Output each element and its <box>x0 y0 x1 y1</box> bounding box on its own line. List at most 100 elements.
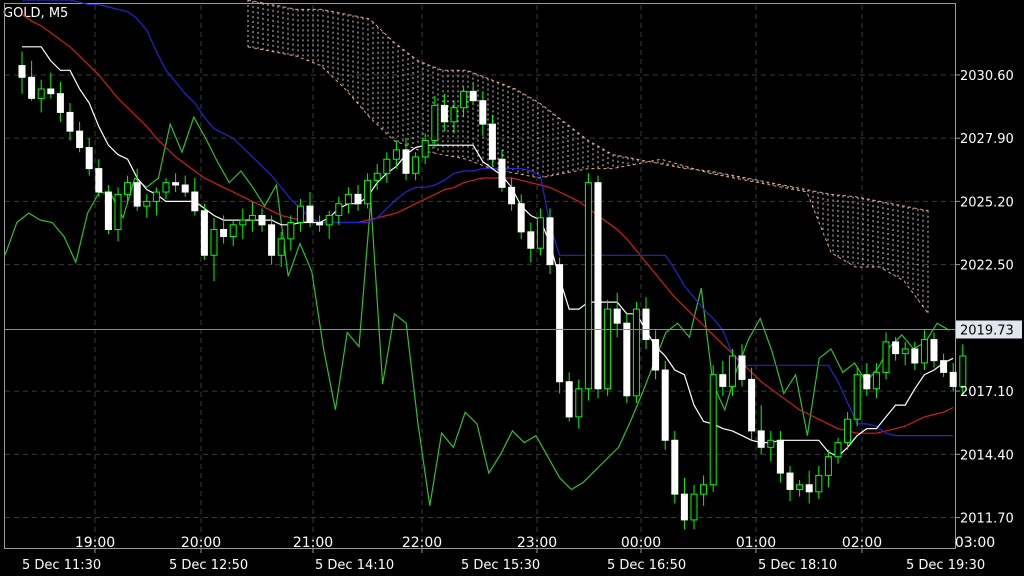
candle-body <box>306 205 314 223</box>
candle-body <box>296 205 304 223</box>
y-tick-label: 2025.20 <box>960 195 1014 210</box>
candle-body <box>700 484 708 495</box>
y-tick-label: 2030.60 <box>960 69 1014 84</box>
date-tick-label: 5 Dec 14:10 <box>315 558 394 573</box>
candle-body <box>239 219 247 226</box>
candle-body <box>882 341 890 373</box>
date-tick-label: 5 Dec 16:50 <box>607 558 686 573</box>
time-tick-label: 19:00 <box>75 535 115 551</box>
candle-body <box>671 439 679 495</box>
candle-body <box>652 339 660 371</box>
candle-body <box>316 221 324 226</box>
candle-body <box>546 217 554 266</box>
current-price-label: 2019.73 <box>960 324 1014 339</box>
candle-body <box>421 140 429 158</box>
candle-body <box>901 348 909 355</box>
candle-body <box>728 355 736 387</box>
candle-body <box>335 203 343 216</box>
candle-body <box>604 308 612 390</box>
time-tick-label: 02:00 <box>842 535 882 551</box>
candle-body <box>76 130 84 149</box>
y-tick-label: 2022.50 <box>960 259 1014 274</box>
grid <box>4 3 956 549</box>
candle-body <box>642 308 650 341</box>
candle-body <box>536 217 544 249</box>
candle-body <box>584 182 592 390</box>
candle-body <box>632 308 640 397</box>
time-tick-label: 01:00 <box>736 535 776 551</box>
date-tick-label: 5 Dec 15:30 <box>461 558 540 573</box>
candle-body <box>325 214 333 226</box>
chikou-line <box>4 115 950 506</box>
candle-body <box>431 104 439 142</box>
candle-body <box>114 193 122 231</box>
candle-body <box>488 123 496 160</box>
candle-body <box>575 388 583 418</box>
time-tick-label: 00:00 <box>621 535 661 551</box>
candle-body <box>220 229 228 238</box>
candle-body <box>690 493 698 521</box>
candle-body <box>162 182 170 193</box>
candle-body <box>124 182 132 195</box>
candle-body <box>47 88 55 95</box>
candle-body <box>508 186 516 205</box>
candle-body <box>392 149 400 160</box>
candle-body <box>911 348 919 364</box>
candle-body <box>767 439 775 448</box>
candle-body <box>364 179 372 205</box>
candle-body <box>517 203 525 233</box>
candle-body <box>892 341 900 355</box>
candle-body <box>460 90 468 109</box>
time-tick-label: 22:00 <box>402 535 442 551</box>
moving-average-line <box>21 13 954 434</box>
candle-body <box>383 158 391 174</box>
indicator-lines <box>4 0 954 506</box>
candle-body <box>796 484 804 490</box>
date-tick-label: 5 Dec 19:30 <box>906 558 985 573</box>
candle-body <box>920 339 928 364</box>
candle-body <box>373 172 381 181</box>
candle-body <box>258 214 266 226</box>
candle-body <box>229 224 237 238</box>
candle-body <box>959 355 967 387</box>
candle-body <box>719 374 727 387</box>
candle-body <box>757 430 765 448</box>
candle-body <box>949 371 957 387</box>
candle-body <box>748 378 756 432</box>
candle-body <box>66 111 74 132</box>
y-tick-label: 2027.90 <box>960 132 1014 147</box>
candle-body <box>28 76 36 99</box>
time-tick-label: 21:00 <box>293 535 333 551</box>
candle-body <box>872 371 880 390</box>
candle-body <box>815 474 823 493</box>
candle-body <box>940 360 948 373</box>
candle-body <box>354 193 362 205</box>
candle-body <box>680 493 688 521</box>
candle-body <box>661 369 669 441</box>
candle-body <box>248 214 256 221</box>
candle-body <box>172 182 180 186</box>
candle-body <box>527 231 535 249</box>
y-tick-label: 2011.70 <box>960 512 1014 527</box>
candle-body <box>738 355 746 380</box>
candle-body <box>104 191 112 231</box>
candle-body <box>930 339 938 362</box>
candle-body <box>776 439 784 474</box>
candle-body <box>479 100 487 125</box>
candle-body <box>450 107 458 123</box>
candle-body <box>37 88 45 99</box>
candle-body <box>824 456 832 476</box>
candle-body <box>133 182 141 207</box>
candle-body <box>786 472 794 490</box>
candle-body <box>143 200 151 207</box>
y-tick-label: 2014.40 <box>960 448 1014 463</box>
candle-body <box>623 322 631 397</box>
candle-body <box>344 193 352 205</box>
price-chart[interactable]: 2030.60 2027.90 2025.20 2022.50 2017.10 2014.… <box>0 0 1024 576</box>
plot-frame <box>4 3 956 549</box>
candle-body <box>498 158 506 188</box>
candle-body <box>181 184 189 193</box>
candle-body <box>268 224 276 256</box>
candle-body <box>152 191 160 202</box>
candle-body <box>95 168 103 193</box>
